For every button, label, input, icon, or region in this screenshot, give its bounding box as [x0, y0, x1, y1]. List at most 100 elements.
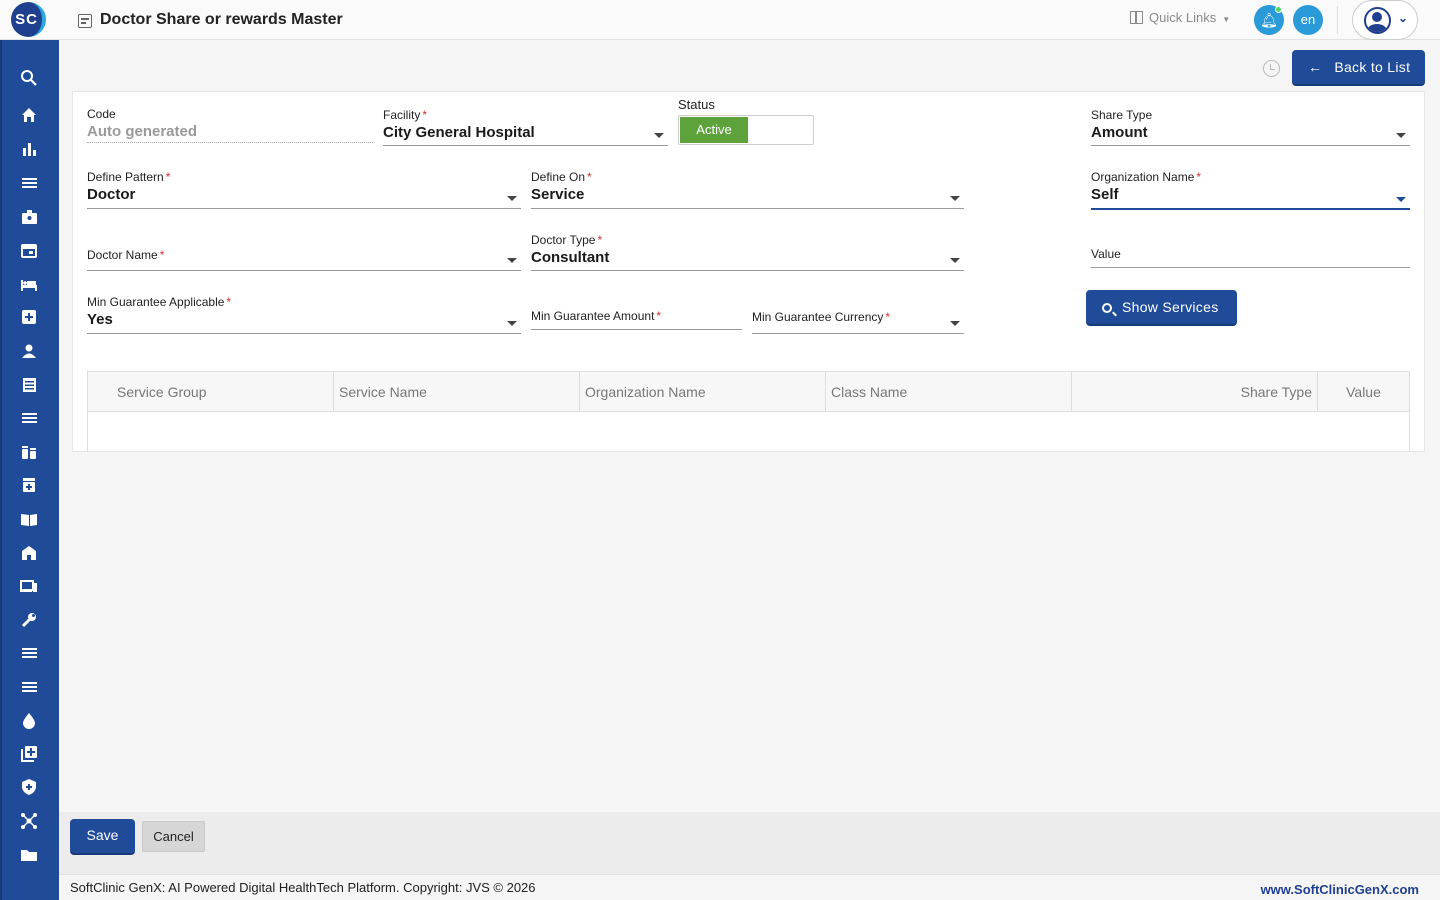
field-underline [531, 270, 964, 271]
blood-drop-icon[interactable] [18, 711, 40, 733]
required-marker: * [159, 248, 165, 262]
required-marker: * [165, 170, 171, 184]
field-underline [87, 142, 373, 143]
menu-icon[interactable] [18, 644, 40, 666]
value-label: Value [1091, 247, 1121, 261]
status-toggle[interactable]: Active [678, 115, 814, 145]
min-guarantee-applicable-value: Yes [87, 311, 113, 328]
dropdown-arrow-icon [950, 321, 960, 326]
required-marker: * [422, 108, 428, 122]
save-button[interactable]: Save [70, 819, 135, 855]
history-icon[interactable] [1263, 60, 1280, 77]
show-services-label: Show Services [1122, 299, 1219, 315]
share-type-label: Share Type [1091, 108, 1153, 122]
field-underline [1091, 208, 1410, 210]
quick-links-label: Quick Links [1149, 10, 1217, 25]
status-label-wrap: Status [678, 97, 818, 113]
website-link[interactable]: www.SoftClinicGenX.com [1261, 882, 1419, 897]
top-header: SC Doctor Share or rewards Master Quick … [0, 0, 1440, 40]
required-marker: * [226, 295, 232, 309]
back-to-list-label: Back to List [1334, 59, 1411, 75]
medical-plus-icon[interactable] [18, 308, 40, 330]
define-on-value: Service [531, 186, 585, 203]
bell-icon: 🔔︎ [1260, 12, 1278, 28]
required-marker: * [597, 233, 603, 247]
medication-icon[interactable] [18, 443, 40, 465]
quick-links-menu[interactable]: Quick Links ▼ [1130, 10, 1230, 25]
doctor-name-select[interactable]: Doctor Name * [87, 248, 521, 271]
min-guarantee-currency-label: Min Guarantee Currency [752, 310, 884, 324]
min-guarantee-applicable-select[interactable]: Min Guarantee Applicable * Yes [87, 295, 521, 334]
app-logo[interactable]: SC [11, 2, 46, 37]
define-on-label: Define On [531, 170, 586, 184]
value-input[interactable]: Value [1091, 247, 1410, 268]
back-to-list-button[interactable]: ← Back to List [1292, 50, 1425, 86]
badge-icon[interactable] [18, 208, 40, 230]
required-marker: * [1196, 170, 1202, 184]
home-icon[interactable] [18, 106, 40, 128]
gift-icon [1130, 11, 1143, 24]
status-label: Status [678, 97, 715, 112]
show-services-button[interactable]: Show Services [1086, 290, 1237, 326]
language-button[interactable]: en [1293, 5, 1323, 35]
share-type-select[interactable]: Share Type Amount [1091, 108, 1410, 146]
action-bar [59, 812, 1440, 874]
devices-icon[interactable] [18, 577, 40, 599]
column-header-service-name[interactable]: Service Name [334, 372, 580, 412]
column-header-value[interactable]: Value [1318, 372, 1409, 412]
wrench-icon[interactable] [18, 611, 40, 633]
min-guarantee-amount-input[interactable]: Min Guarantee Amount * [531, 309, 742, 330]
user-menu-button[interactable]: ⌄ [1352, 0, 1418, 40]
building-icon[interactable] [18, 544, 40, 566]
code-field[interactable]: Code Auto generated [87, 107, 373, 143]
define-on-select[interactable]: Define On * Service [531, 170, 964, 209]
notifications-button[interactable]: 🔔︎ [1254, 5, 1284, 35]
bed-icon[interactable] [18, 275, 40, 297]
min-guarantee-currency-select[interactable]: Min Guarantee Currency * [752, 310, 964, 334]
field-underline [531, 329, 742, 330]
field-underline [752, 333, 964, 334]
facility-select[interactable]: Facility * City General Hospital [383, 108, 668, 146]
define-pattern-select[interactable]: Define Pattern * Doctor [87, 170, 521, 209]
field-underline [531, 208, 964, 209]
table-header: Service Group Service Name Organization … [88, 372, 1409, 412]
menu-icon[interactable] [18, 678, 40, 700]
shield-icon[interactable] [18, 778, 40, 800]
column-header-service-group[interactable]: Service Group [88, 372, 334, 412]
dropdown-arrow-icon [654, 133, 664, 138]
dropdown-arrow-icon [507, 196, 517, 201]
folder-icon[interactable] [18, 846, 40, 868]
required-marker: * [885, 310, 891, 324]
organization-name-value: Self [1091, 186, 1119, 203]
chevron-down-icon: ⌄ [1398, 11, 1409, 25]
doctor-type-value: Consultant [531, 249, 610, 266]
column-header-class-name[interactable]: Class Name [826, 372, 1072, 412]
pharmacy-icon[interactable] [18, 476, 40, 498]
services-table: Service Group Service Name Organization … [87, 371, 1410, 452]
avatar-icon [1364, 7, 1391, 34]
menu-icon[interactable] [18, 174, 40, 196]
calendar-icon[interactable] [18, 241, 40, 263]
person-icon[interactable] [18, 342, 40, 364]
doctor-type-select[interactable]: Doctor Type * Consultant [531, 233, 964, 271]
menu-icon[interactable] [18, 409, 40, 431]
min-guarantee-amount-label: Min Guarantee Amount [531, 309, 655, 323]
network-icon[interactable] [18, 812, 40, 834]
search-icon[interactable] [18, 69, 40, 91]
column-header-share-type[interactable]: Share Type [1072, 372, 1318, 412]
page-footer: SoftClinic GenX: AI Powered Digital Heal… [59, 874, 1440, 900]
document-list-icon[interactable] [18, 376, 40, 398]
status-active-option[interactable]: Active [680, 117, 748, 143]
doctor-type-label: Doctor Type [531, 233, 596, 247]
organization-name-select[interactable]: Organization Name * Self [1091, 170, 1410, 210]
facility-label: Facility [383, 108, 421, 122]
add-library-icon[interactable] [18, 745, 40, 767]
column-header-organization-name[interactable]: Organization Name [580, 372, 826, 412]
define-pattern-value: Doctor [87, 186, 136, 203]
code-label: Code [87, 107, 116, 121]
book-icon[interactable] [18, 510, 40, 532]
chevron-down-icon: ▼ [1222, 15, 1231, 24]
analytics-icon[interactable] [18, 140, 40, 162]
page-form-icon [78, 14, 92, 28]
cancel-button[interactable]: Cancel [142, 821, 205, 852]
